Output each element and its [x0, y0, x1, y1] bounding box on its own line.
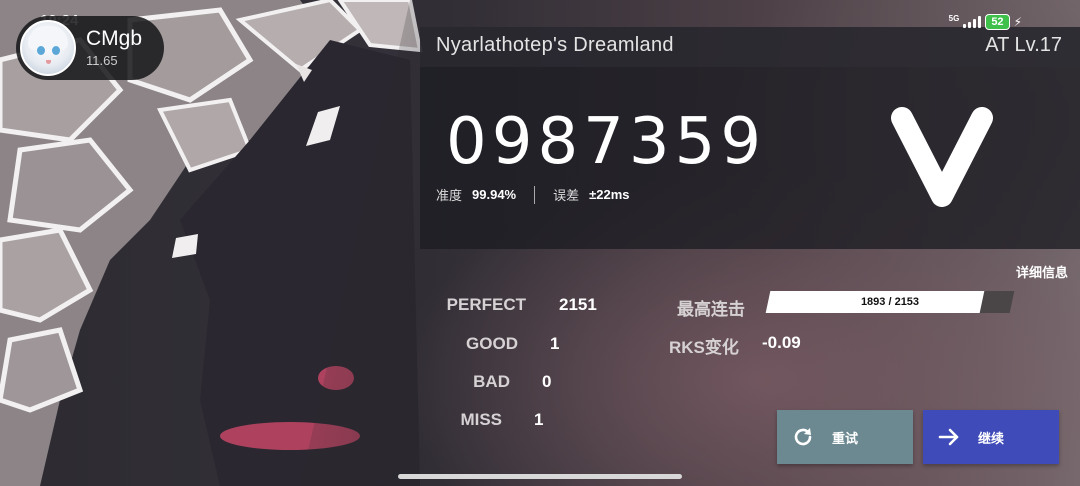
- player-rks: 11.65: [86, 53, 118, 68]
- retry-button[interactable]: 重试: [777, 410, 913, 464]
- rks-change-label: RKS变化: [669, 338, 739, 357]
- good-label: GOOD: [466, 334, 518, 353]
- accuracy-label: 准度: [436, 188, 463, 203]
- accuracy-row: 准度 99.94% 误差 ±22ms: [436, 185, 630, 204]
- refresh-icon: [794, 428, 812, 446]
- player-name: CMgb: [86, 27, 143, 50]
- good-count: 1: [550, 334, 560, 353]
- charging-icon: ⚡: [1013, 15, 1022, 29]
- miss-count: 1: [534, 410, 544, 429]
- home-indicator[interactable]: [398, 474, 682, 479]
- rks-change-value: -0.09: [762, 333, 801, 352]
- status-indicators: 5G 52 ⚡: [949, 14, 1022, 30]
- battery-icon: 52: [985, 14, 1010, 30]
- perfect-count: 2151: [559, 295, 597, 314]
- offset-label: 误差: [553, 188, 580, 203]
- continue-label: 继续: [977, 430, 1004, 446]
- player-badge[interactable]: CMgb 11.65: [16, 16, 164, 80]
- max-combo-text: 1893 / 2153: [860, 296, 920, 308]
- bad-count: 0: [542, 372, 552, 391]
- continue-button[interactable]: 继续: [923, 410, 1059, 464]
- max-combo-label: 最高连击: [677, 300, 745, 319]
- score: 0987359: [446, 105, 767, 179]
- rank-v-icon: [891, 107, 993, 207]
- signal-icon: [963, 16, 982, 28]
- accuracy-value: 99.94%: [472, 187, 517, 202]
- retry-label: 重试: [831, 430, 858, 446]
- difficulty-label: AT Lv.17: [985, 34, 1062, 56]
- offset-value: ±22ms: [589, 187, 630, 202]
- details-link[interactable]: 详细信息: [1016, 262, 1068, 281]
- miss-label: MISS: [460, 410, 502, 429]
- perfect-label: PERFECT: [446, 295, 526, 314]
- bad-label: BAD: [473, 372, 510, 391]
- arrow-right-icon: [938, 428, 959, 446]
- divider: [534, 185, 536, 204]
- song-title: Nyarlathotep's Dreamland: [436, 34, 674, 56]
- network-label: 5G: [948, 13, 960, 23]
- avatar: [20, 20, 76, 76]
